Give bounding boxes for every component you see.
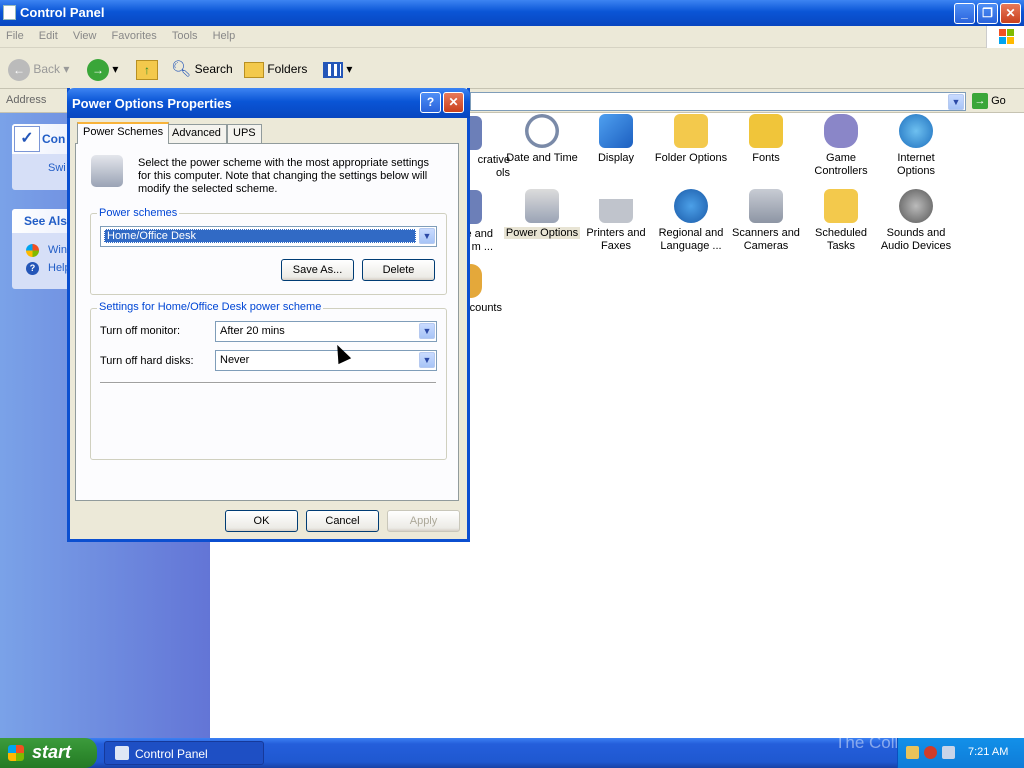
display-icon <box>599 114 633 148</box>
minimize-button[interactable]: _ <box>954 3 975 24</box>
start-windows-logo-icon <box>8 745 24 761</box>
regional-and-language-item[interactable]: Regional and Language ... <box>651 189 731 253</box>
fonts-item[interactable]: Fonts <box>726 114 806 165</box>
power-scheme-value: Home/Office Desk <box>104 229 416 243</box>
toolbar: ← Back ▾ → ▾ ↑ 🔍︎ Search Folders ▾ <box>0 48 1024 89</box>
display-item[interactable]: Display <box>576 114 656 165</box>
menu-favorites[interactable]: Favorites <box>106 26 163 42</box>
power-options-item[interactable]: Power Options <box>502 189 582 240</box>
turn-off-hard-disks-select[interactable]: Never ▼ <box>215 350 437 371</box>
help-icon: ? <box>26 262 39 275</box>
dialog-titlebar[interactable]: Power Options Properties ? ✕ <box>67 88 470 118</box>
views-icon <box>323 61 343 78</box>
chevron-down-icon[interactable]: ▼ <box>419 352 435 368</box>
folder-options-item[interactable]: Folder Options <box>651 114 731 165</box>
dialog-title: Power Options Properties <box>72 96 232 111</box>
address-field[interactable]: ▼ <box>470 92 966 111</box>
taskbar-control-panel-button[interactable]: Control Panel <box>104 741 264 765</box>
save-as-button[interactable]: Save As... <box>281 259 354 281</box>
menu-file[interactable]: File <box>0 26 30 42</box>
power-options-icon <box>525 189 559 223</box>
turn-off-monitor-select[interactable]: After 20 mins ▼ <box>215 321 437 342</box>
windows-logo-icon <box>986 26 1024 48</box>
forward-button[interactable]: → ▾ <box>87 56 118 82</box>
globe-icon <box>674 189 708 223</box>
game-controller-icon <box>824 114 858 148</box>
dialog-help-button[interactable]: ? <box>420 92 441 113</box>
folders-icon <box>244 61 264 78</box>
printers-and-faxes-item[interactable]: Printers and Faxes <box>576 189 656 253</box>
fonts-folder-icon <box>749 114 783 148</box>
tab-ups[interactable]: UPS <box>227 124 262 143</box>
start-button[interactable]: start <box>0 738 97 768</box>
back-arrow-icon: ← <box>8 58 30 81</box>
settings-divider <box>100 382 436 384</box>
tray-network-icon <box>906 746 919 759</box>
menu-tools[interactable]: Tools <box>166 26 204 42</box>
cancel-button[interactable]: Cancel <box>306 510 379 532</box>
chevron-down-icon[interactable]: ▼ <box>419 228 435 244</box>
internet-options-icon <box>899 114 933 148</box>
scanners-and-cameras-item[interactable]: Scanners and Cameras <box>726 189 806 253</box>
taskbar-task-label: Control Panel <box>135 747 208 761</box>
game-controllers-item[interactable]: Game Controllers <box>801 114 881 178</box>
menu-view[interactable]: View <box>67 26 103 42</box>
tab-power-schemes[interactable]: Power Schemes <box>77 122 170 144</box>
tray-volume-icon <box>942 746 955 759</box>
tray-security-icon <box>924 746 937 759</box>
clock-icon <box>525 114 559 148</box>
folder-options-icon <box>674 114 708 148</box>
power-scheme-select[interactable]: Home/Office Desk ▼ <box>100 226 437 247</box>
speaker-icon <box>899 189 933 223</box>
scanner-icon <box>749 189 783 223</box>
dialog-description: Select the power scheme with the most ap… <box>138 157 430 195</box>
control-panel-icon <box>3 5 16 20</box>
views-button[interactable]: ▾ <box>323 56 352 82</box>
tray-clock: 7:21 AM <box>968 746 1009 758</box>
scheduled-tasks-item[interactable]: Scheduled Tasks <box>801 189 881 253</box>
address-dropdown-button[interactable]: ▼ <box>948 94 964 110</box>
menu-bar: File Edit View Favorites Tools Help <box>0 26 1024 48</box>
scheduled-tasks-icon <box>824 189 858 223</box>
monitor-value: After 20 mins <box>220 325 285 337</box>
power-scheme-icon <box>91 155 123 187</box>
control-panel-checkmark-icon: ✓ <box>14 126 40 152</box>
go-arrow-icon: → <box>972 93 988 109</box>
apply-button[interactable]: Apply <box>387 510 460 532</box>
dialog-close-button[interactable]: ✕ <box>443 92 464 113</box>
address-label: Address <box>6 94 47 106</box>
search-icon: 🔍︎ <box>171 60 192 78</box>
restore-button[interactable]: ❐ <box>977 3 998 24</box>
start-label: start <box>32 742 72 762</box>
disks-value: Never <box>220 354 250 366</box>
back-button[interactable]: ← Back ▾ <box>8 56 69 82</box>
internet-options-item[interactable]: Internet Options <box>876 114 956 178</box>
system-tray: 7:21 AM <box>897 738 1024 768</box>
up-folder-button[interactable]: ↑ <box>136 56 158 82</box>
search-button[interactable]: 🔍︎ Search <box>171 56 233 82</box>
close-button[interactable]: ✕ <box>1000 3 1021 24</box>
forward-arrow-icon: → <box>87 58 109 81</box>
monitor-label: Turn off monitor: <box>100 325 181 337</box>
menu-help[interactable]: Help <box>207 26 242 42</box>
delete-button[interactable]: Delete <box>362 259 435 281</box>
menu-edit[interactable]: Edit <box>33 26 64 42</box>
window-titlebar[interactable]: Control Panel _ ❐ ✕ <box>0 0 1024 26</box>
power-schemes-label: Power schemes <box>97 207 180 219</box>
sounds-and-audio-devices-item[interactable]: Sounds and Audio Devices <box>876 189 956 253</box>
control-panel-task-icon <box>115 746 129 760</box>
date-and-time-item[interactable]: Date and Time <box>502 114 582 165</box>
settings-group-label: Settings for Home/Office Desk power sche… <box>97 301 324 313</box>
go-button[interactable]: → Go <box>972 92 1006 111</box>
tab-advanced[interactable]: Advanced <box>166 124 227 143</box>
up-folder-icon: ↑ <box>136 59 158 80</box>
chevron-down-icon[interactable]: ▼ <box>419 323 435 339</box>
ok-button[interactable]: OK <box>225 510 298 532</box>
windows-update-icon <box>26 244 39 257</box>
disks-label: Turn off hard disks: <box>100 355 194 367</box>
window-title: Control Panel <box>20 5 105 20</box>
printer-icon <box>599 189 633 223</box>
folders-button[interactable]: Folders <box>244 56 307 82</box>
